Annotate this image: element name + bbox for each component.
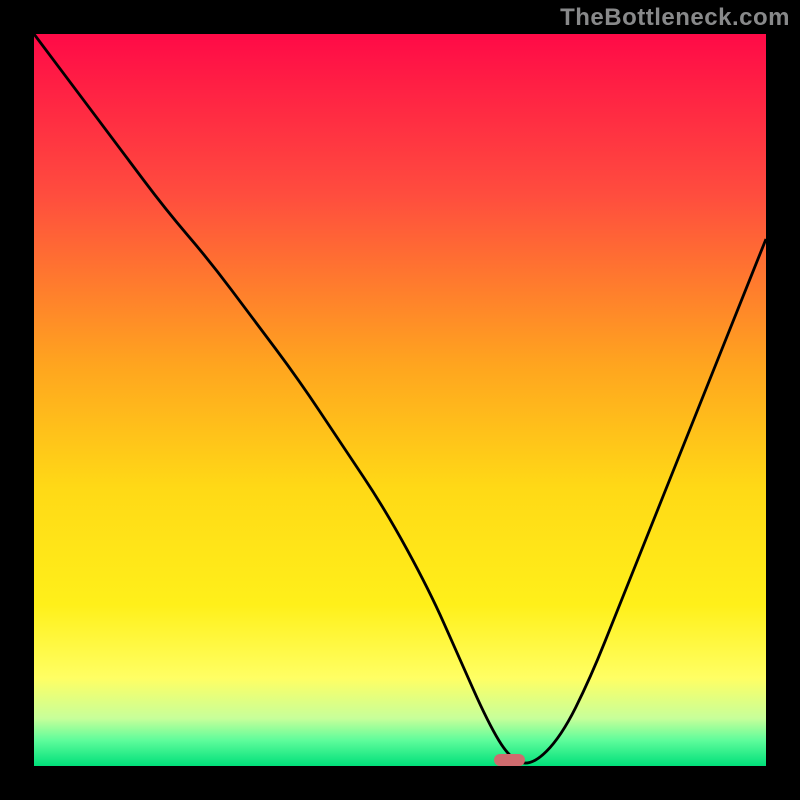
outer-frame: TheBottleneck.com: [0, 0, 800, 800]
watermark-text: TheBottleneck.com: [560, 4, 790, 32]
optimal-marker: [494, 754, 525, 766]
background-gradient: [34, 34, 766, 766]
chart-area: [34, 34, 766, 766]
